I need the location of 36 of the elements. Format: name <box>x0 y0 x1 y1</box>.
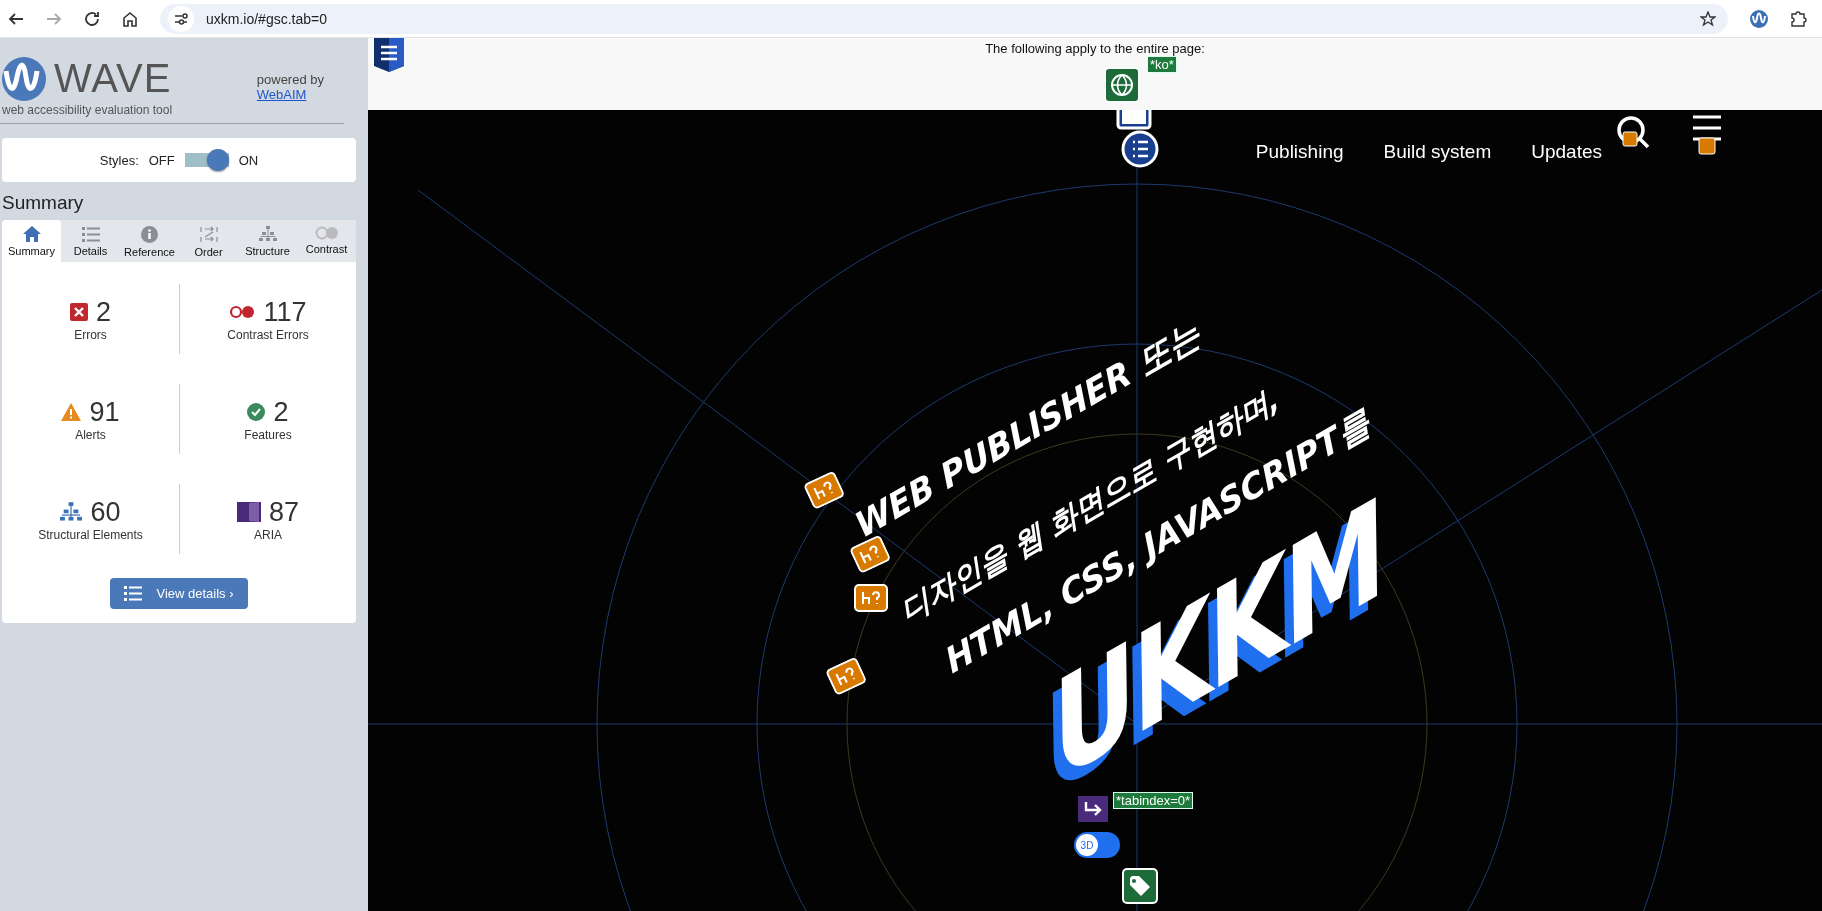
page-notice: The following apply to the entire page: <box>985 41 1205 57</box>
stat-count: 87 <box>268 496 299 528</box>
stat-count: 117 <box>263 296 307 328</box>
styles-label: Styles: <box>99 152 139 168</box>
address-bar[interactable]: uxkm.io/#gsc.tab=0 <box>160 3 1728 34</box>
panel-tab[interactable]: Summary <box>2 220 61 262</box>
stat-label: Structural Elements <box>38 527 143 542</box>
stat-count: 2 <box>96 296 111 328</box>
stat-label: ARIA <box>254 527 282 542</box>
webaim-link[interactable]: WebAIM <box>256 87 324 102</box>
panel-tab[interactable]: Order <box>179 220 238 262</box>
off-label: OFF <box>148 152 175 168</box>
summary-title: Summary <box>2 192 85 214</box>
tagline: web accessibility evaluation tool <box>2 103 173 117</box>
nav-link[interactable]: Updates <box>1531 141 1602 163</box>
stat-label: Alerts <box>75 427 106 442</box>
nav-link[interactable]: Publishing <box>1255 141 1344 163</box>
stat-label: Errors <box>74 327 107 342</box>
stat-label: Contrast Errors <box>227 327 309 342</box>
panel-tab[interactable]: Contrast <box>297 220 356 262</box>
tabindex-badge: *tabindex=0* <box>1113 792 1194 809</box>
language-badge: *ko* <box>1147 56 1177 73</box>
toggle-3d[interactable]: 3D <box>1074 832 1120 858</box>
on-label: ON <box>238 152 259 168</box>
stat-count: 60 <box>90 496 121 528</box>
powered-by-text: powered by <box>256 72 324 87</box>
stat-count: 91 <box>89 396 120 428</box>
nav-link[interactable]: Build system <box>1383 141 1492 163</box>
panel-tab[interactable]: Structure <box>238 220 297 262</box>
view-details-button[interactable]: View details › <box>110 578 248 609</box>
wave-logo-text: WAVE <box>54 56 172 101</box>
stat-label: Features <box>244 427 292 442</box>
url-text: uxkm.io/#gsc.tab=0 <box>206 10 327 27</box>
panel-tab[interactable]: Reference <box>120 220 179 262</box>
stat-count: 2 <box>273 396 289 428</box>
panel-tab[interactable]: Details <box>61 220 120 262</box>
